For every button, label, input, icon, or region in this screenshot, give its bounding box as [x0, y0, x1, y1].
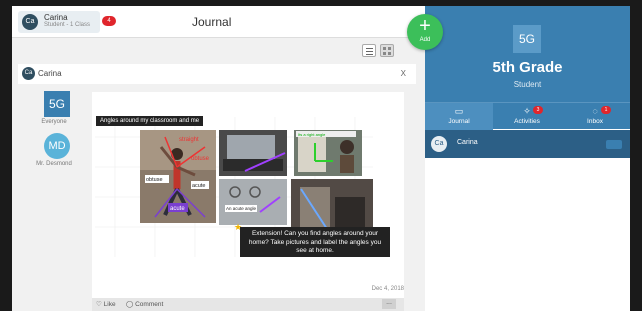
list-view-toggle[interactable] — [362, 44, 376, 57]
add-button[interactable]: + Add — [407, 14, 443, 50]
student-status-indicator — [606, 140, 622, 149]
student-row[interactable]: Ca Carina — [425, 130, 630, 158]
post-actions: ♡ Like ◯ Comment ... — [92, 298, 404, 311]
activities-badge: 3 — [533, 106, 543, 114]
class-tabs: ▭ Journal ✧ 3 Activities ◌ 1 Inbox — [425, 102, 630, 130]
tab-journal-label: Journal — [448, 118, 470, 125]
post-date: Dec 4, 2018 — [371, 286, 404, 292]
journal-icon: ▭ — [454, 106, 464, 116]
post-author-avatar: Ca — [22, 67, 35, 80]
close-icon[interactable]: X — [401, 69, 406, 78]
notification-badge: 4 — [102, 16, 116, 26]
obtuse-label-1: obtuse — [191, 156, 210, 162]
post-audience: 5G Everyone MD Mr. Desmond — [18, 86, 90, 306]
user-avatar: Ca — [22, 14, 38, 30]
acute-label-1: acute — [192, 183, 205, 189]
top-bar: Ca Carina Student - 1 Class 4 Journal — [12, 6, 425, 38]
teacher-avatar: MD — [44, 133, 70, 159]
add-label: Add — [419, 37, 431, 43]
tab-activities-label: Activities — [514, 118, 540, 125]
tab-activities[interactable]: ✧ 3 Activities — [493, 103, 561, 130]
teacher-name: Mr. Desmond — [36, 161, 72, 167]
class-header: 5G 5th Grade Student — [425, 6, 630, 102]
student-avatar: Ca — [431, 136, 447, 152]
class-audience-label: Everyone — [41, 119, 67, 125]
inbox-icon: ◌ — [592, 106, 598, 116]
tab-inbox[interactable]: ◌ 1 Inbox — [561, 103, 629, 130]
post-content: straight obtuse obtuse acute acute Its a… — [92, 92, 404, 298]
app-frame: Ca Carina Student - 1 Class 4 Journal Ca… — [12, 6, 630, 311]
obtuse-label-2: obtuse — [146, 177, 163, 183]
collage-caption: Angles around my classroom and me — [96, 116, 204, 126]
straight-label: straight — [179, 137, 199, 143]
tab-journal[interactable]: ▭ Journal — [425, 103, 493, 130]
plus-icon: + — [419, 15, 431, 37]
like-label: Like — [103, 301, 116, 308]
class-name: 5th Grade — [492, 59, 563, 76]
comment-label: Comment — [135, 301, 164, 308]
student-name: Carina — [457, 139, 478, 146]
more-options-button[interactable]: ... — [382, 299, 396, 309]
lightbulb-icon: ✧ — [523, 106, 531, 116]
user-role: Student — [513, 80, 542, 89]
user-name: Carina — [44, 13, 68, 22]
extension-prompt: Extension! Can you find angles around yo… — [240, 227, 390, 257]
class-panel: 5G 5th Grade Student ▭ Journal ✧ 3 Activ… — [425, 6, 630, 311]
tab-inbox-label: Inbox — [587, 118, 603, 125]
comment-icon: ◯ — [126, 301, 134, 308]
inbox-badge: 1 — [601, 106, 611, 114]
user-switcher[interactable]: Ca Carina Student - 1 Class 4 — [18, 11, 116, 33]
class-badge-large: 5G — [513, 25, 541, 53]
grid-view-toggle[interactable] — [380, 44, 394, 57]
comment-button[interactable]: ◯ Comment — [126, 300, 163, 308]
page-title: Journal — [192, 15, 232, 29]
right-angle-label: Its a right angle — [298, 132, 326, 137]
acute-label-2: acute — [170, 206, 185, 212]
like-button[interactable]: ♡ Like — [96, 300, 116, 308]
post-header: Ca Carina X — [18, 64, 416, 84]
user-subtitle: Student - 1 Class — [44, 22, 91, 28]
acute-angle-label: An acute angle — [226, 206, 257, 211]
class-badge: 5G — [44, 91, 70, 117]
heart-icon: ♡ — [96, 301, 102, 308]
post-author-name: Carina — [38, 69, 62, 78]
